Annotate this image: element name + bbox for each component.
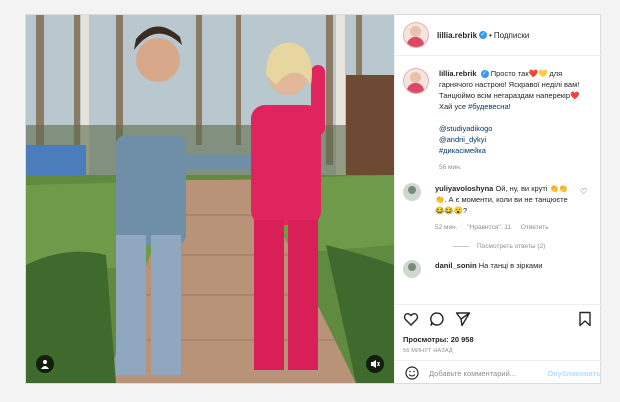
post-video[interactable] (26, 15, 394, 383)
mention-link[interactable]: @andrii_dykyi (439, 135, 486, 144)
post-window: lillia.rebrik ✓ • Подписки lillia.rebrik… (25, 14, 601, 384)
emoji-icon[interactable] (405, 366, 419, 380)
heart-emoji-icon: ❤️ (570, 91, 580, 100)
user-tag-icon[interactable] (36, 355, 54, 373)
separator: • (489, 30, 492, 40)
comment-text: yuliyavoloshyna Ой, ну, ви круті 👏👏👏. А … (435, 183, 575, 233)
action-icons (403, 311, 481, 327)
caption-text-a: Просто так (490, 69, 529, 78)
video-frame (26, 15, 394, 383)
view-replies-button[interactable]: Посмотреть ответы (2) (395, 233, 601, 250)
hashtag-link[interactable]: #дикасімейка (439, 146, 486, 155)
comment-item: danil_sonin На танці в зірками (395, 250, 601, 278)
header-username[interactable]: lillia.rebrik (437, 31, 477, 40)
add-comment-bar: Добавьте комментарий... Опубликовать (395, 360, 601, 385)
comment-item: yuliyavoloshyna Ой, ну, ви круті 👏👏👏. А … (395, 173, 601, 233)
heart-icon[interactable] (403, 311, 419, 327)
reply-button[interactable]: Ответить (521, 224, 549, 231)
share-icon[interactable] (455, 311, 471, 327)
comments-section[interactable]: lillia.rebrik ✓ Просто так❤️💛 для гарняч… (395, 56, 601, 304)
mention-link[interactable]: @studiyadikogo (439, 124, 492, 133)
caption-avatar[interactable] (403, 68, 429, 94)
caption: lillia.rebrik ✓ Просто так❤️💛 для гарняч… (395, 56, 601, 173)
comment-time: 52 мин. (435, 224, 458, 231)
comment-body: На танці в зірками (476, 261, 543, 270)
comment-username[interactable]: yuliyavoloshyna (435, 184, 493, 193)
verified-icon: ✓ (479, 31, 488, 39)
comment-text: danil_sonin На танці в зірками (435, 260, 575, 278)
bookmark-icon[interactable] (577, 311, 593, 327)
comment-input[interactable]: Добавьте комментарий... (429, 369, 545, 378)
posted-time: 56 МИНУТ НАЗАД (403, 348, 453, 354)
heart-emoji-icon: ❤️💛 (528, 69, 548, 78)
post-actions: Просмотры: 20 958 56 МИНУТ НАЗАД Добавьт… (395, 304, 601, 384)
following-button[interactable]: Подписки (494, 31, 529, 40)
verified-icon: ✓ (480, 70, 489, 79)
hashtag-link[interactable]: #будевесна (468, 102, 509, 111)
caption-username[interactable]: lillia.rebrik (439, 69, 477, 78)
caption-text-d: ! (508, 102, 511, 111)
post-sidebar: lillia.rebrik ✓ • Подписки lillia.rebrik… (394, 15, 601, 383)
comment-icon[interactable] (429, 311, 445, 327)
post-header: lillia.rebrik ✓ • Подписки (395, 15, 601, 56)
comment-avatar[interactable] (403, 260, 421, 278)
caption-text: lillia.rebrik ✓ Просто так❤️💛 для гарняч… (439, 68, 589, 173)
avatar[interactable] (403, 22, 429, 48)
view-count[interactable]: Просмотры: 20 958 (403, 335, 474, 344)
audio-icon[interactable] (366, 355, 384, 373)
comment-avatar[interactable] (403, 183, 421, 201)
caption-text-c: Хай усе (439, 102, 469, 111)
comment-likes[interactable]: "Нравится": 11 (467, 224, 511, 231)
publish-button[interactable]: Опубликовать (547, 369, 601, 378)
comment-username[interactable]: danil_sonin (435, 261, 477, 270)
caption-time: 56 мин. (439, 164, 462, 171)
comment-like-icon[interactable]: ♡ (580, 187, 587, 196)
comment-meta: 52 мин. "Нравится": 11 Ответить (435, 222, 575, 233)
